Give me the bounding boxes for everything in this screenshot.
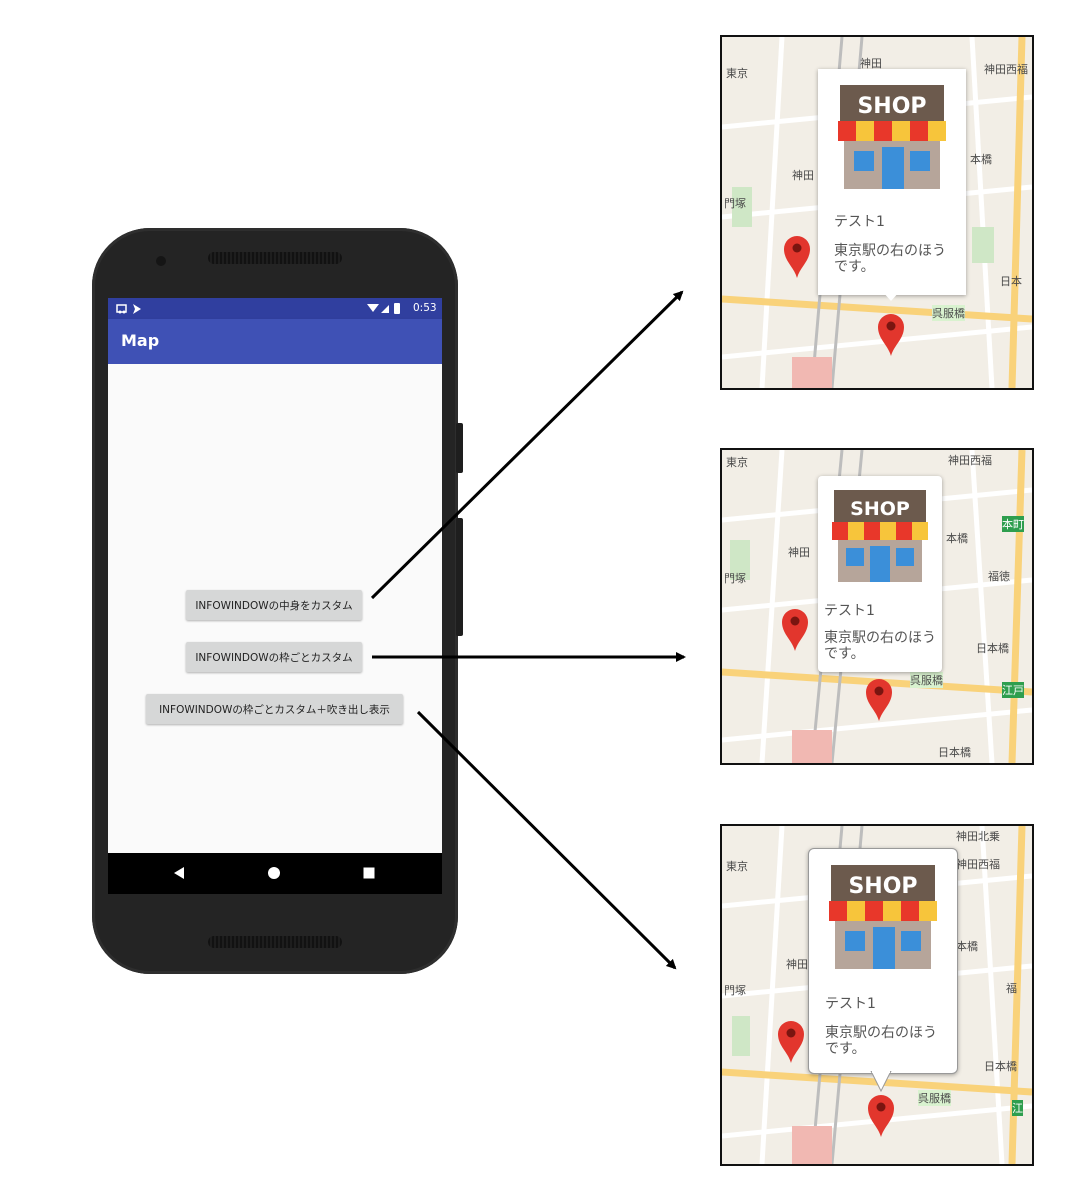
map-label: 本橋: [946, 532, 968, 545]
map-label: 神田西福: [948, 454, 992, 467]
map-label: 本橋: [970, 153, 992, 166]
map-label: 門塚: [724, 984, 746, 997]
info-title: テスト1: [824, 603, 875, 619]
info-description: 東京駅の右のほうです。: [825, 1025, 937, 1057]
info-window: SHOP テスト1 東京駅の右のほうです。: [818, 69, 966, 295]
map-label: 神田北乗: [956, 830, 1000, 843]
map-label: 門塚: [724, 572, 746, 585]
map-label: 神田西福: [956, 858, 1000, 871]
map-pin-icon[interactable]: [782, 233, 812, 279]
map-label: 福: [1006, 982, 1017, 995]
map-label: 江戸: [1002, 682, 1024, 698]
info-title: テスト1: [825, 996, 876, 1012]
info-window: SHOP テスト1 東京駅の右のほうです。: [818, 476, 942, 672]
map-pin-icon[interactable]: [864, 676, 894, 722]
map-label: 呉服橋: [910, 672, 943, 688]
map-label: 本町: [1002, 516, 1024, 532]
map-label: 本橋: [956, 940, 978, 953]
map-pin-icon[interactable]: [866, 1092, 896, 1138]
map-label: 日本橋: [976, 642, 1009, 655]
map-label: 江: [1012, 1100, 1023, 1116]
map-label: 東京: [726, 67, 748, 80]
info-description: 東京駅の右のほうです。: [834, 243, 946, 275]
map-pin-icon[interactable]: [876, 311, 906, 357]
map-label: 福徳: [988, 570, 1010, 583]
info-title: テスト1: [834, 214, 885, 230]
info-window: SHOP テスト1 東京駅の右のほうです。: [808, 848, 958, 1074]
map-label: 神田: [788, 546, 810, 559]
map-label: 東京: [726, 456, 748, 469]
map-label: 神田: [786, 958, 808, 971]
shop-icon: SHOP: [838, 85, 946, 189]
map-label: 呉服橋: [932, 305, 965, 321]
map-panel-1: 神田 東京 神田西福 本橋 神田 門塚 日本 呉服橋 SHOP テスト1 東京駅…: [720, 35, 1034, 390]
shop-sign-text: SHOP: [848, 874, 917, 899]
map-panel-3: 神田北乗 東京 神田西福 本橋 神田 門塚 福 日本橋 呉服橋 江 SHOP テ…: [720, 824, 1034, 1166]
map-pin-icon[interactable]: [780, 606, 810, 652]
map-label: 神田: [792, 169, 814, 182]
shop-sign-text: SHOP: [857, 94, 926, 119]
balloon-tail: [882, 291, 900, 301]
arrow-to-panel-3: [416, 710, 677, 970]
shop-sign-text: SHOP: [850, 498, 910, 520]
info-description: 東京駅の右のほうです。: [824, 630, 936, 662]
arrow-to-panel-1: [370, 290, 684, 600]
map-pin-icon[interactable]: [776, 1018, 806, 1064]
map-label: 東京: [726, 860, 748, 873]
map-label: 呉服橋: [918, 1090, 951, 1106]
map-panel-2: 東京 神田西福 本橋 神田 門塚 福徳 日本橋 呉服橋 日本橋 江戸 本町 SH…: [720, 448, 1034, 765]
balloon-tail: [870, 1071, 892, 1093]
shop-icon: SHOP: [832, 490, 928, 582]
map-label: 神田西福: [984, 63, 1028, 76]
map-label: 日本橋: [938, 746, 971, 759]
map-label: 日本橋: [984, 1060, 1017, 1073]
map-label: 門塚: [724, 197, 746, 210]
map-label: 日本: [1000, 275, 1022, 288]
shop-icon: SHOP: [829, 865, 937, 969]
